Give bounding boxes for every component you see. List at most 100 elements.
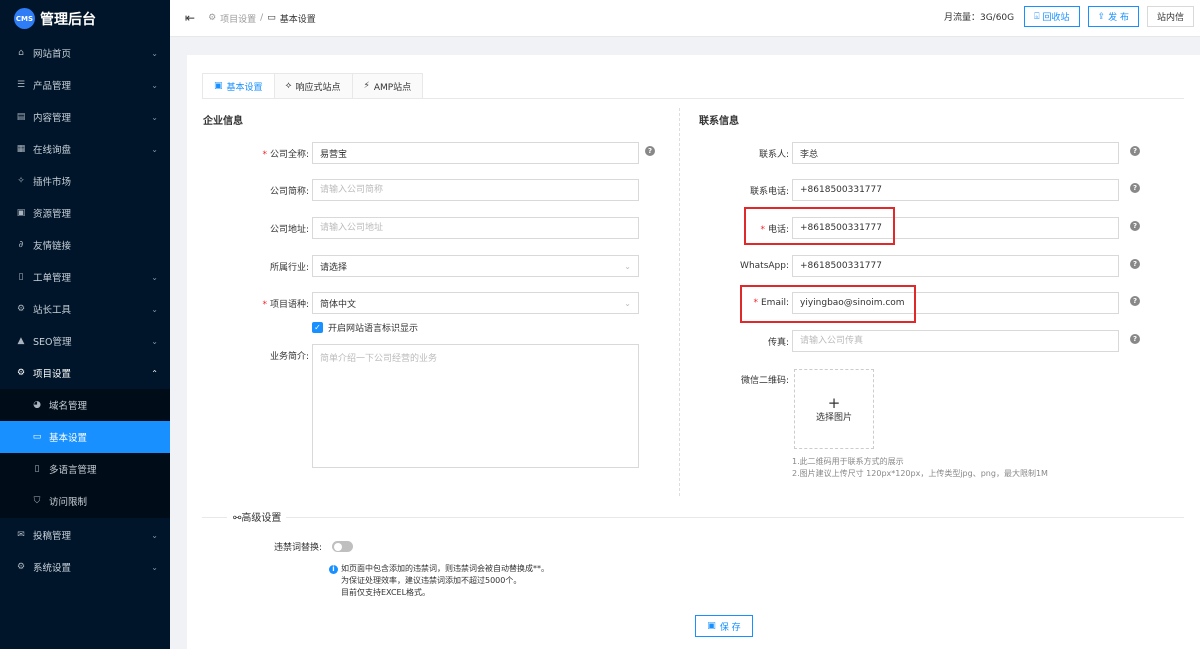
help-icon[interactable]: ? xyxy=(1130,146,1140,156)
contact-phone-row: 联系电话: xyxy=(707,179,1119,201)
sidebar-item-label: 插件市场 xyxy=(33,177,72,188)
sidebar-item-resources[interactable]: ▣ 资源管理 xyxy=(0,197,170,229)
help-icon[interactable]: ? xyxy=(1130,334,1140,344)
lang-flag-checkbox-row[interactable]: ✓ 开启网站语言标识显示 xyxy=(312,321,418,334)
chevron-down-icon: ⌄ xyxy=(151,272,158,282)
intro-textarea[interactable] xyxy=(312,344,639,468)
sidebar-item-submissions[interactable]: ✉ 投稿管理 ⌄ xyxy=(0,519,170,551)
tab-basic-settings[interactable]: ▣ 基本设置 xyxy=(202,73,275,98)
mail-icon: ✉ xyxy=(17,530,25,540)
contact-phone-input[interactable] xyxy=(792,179,1119,201)
window-icon: ▭ xyxy=(267,13,276,23)
company-address-row: 公司地址: xyxy=(227,217,639,239)
company-full-name-input[interactable] xyxy=(312,142,639,164)
intro-row: 业务简介: xyxy=(227,344,309,366)
sidebar-item-plugins[interactable]: ✧ 插件市场 xyxy=(0,165,170,197)
info-icon: i xyxy=(329,564,338,574)
industry-row: 所属行业: 请选择 ⌄ xyxy=(227,255,639,277)
company-address-label: 公司地址: xyxy=(269,224,309,235)
industry-select[interactable]: 请选择 ⌄ xyxy=(312,255,639,277)
breadcrumb-current: 基本设置 xyxy=(279,14,316,25)
recycle-bin-button[interactable]: ⌺ 回收站 xyxy=(1024,6,1080,27)
company-address-input[interactable] xyxy=(312,217,639,239)
contact-section-title: 联系信息 xyxy=(699,116,739,127)
sidebar-item-domain[interactable]: ◕ 域名管理 xyxy=(0,389,170,421)
window-icon: ▣ xyxy=(214,81,223,91)
doc-icon: ▤ xyxy=(16,112,26,122)
home-icon: ⌂ xyxy=(18,48,24,58)
chevron-down-icon: ⌄ xyxy=(151,144,158,154)
save-button[interactable]: ▣ 保 存 xyxy=(695,615,753,637)
sidebar-item-label: 资源管理 xyxy=(33,209,72,220)
company-full-name-row: * 公司全称: xyxy=(227,142,639,164)
sidebar-item-links[interactable]: ∂ 友情链接 xyxy=(0,229,170,261)
upload-icon: ⇪ xyxy=(1097,11,1106,22)
help-icon[interactable]: ? xyxy=(645,146,655,156)
sidebar-item-label: 产品管理 xyxy=(33,81,72,92)
tab-amp-site[interactable]: ⚡ AMP站点 xyxy=(351,73,424,98)
sidebar-item-inquiry[interactable]: ▦ 在线询盘 ⌄ xyxy=(0,133,170,165)
brand-title: 管理后台 xyxy=(40,11,96,28)
sidebar-item-access-limit[interactable]: ⛉ 访问限制 xyxy=(0,485,170,517)
sidebar-item-basic-settings[interactable]: ▭ 基本设置 xyxy=(0,421,170,453)
sidebar-item-label: 域名管理 xyxy=(49,401,88,412)
breadcrumb-item[interactable]: 项目设置 xyxy=(220,12,256,25)
chevron-down-icon: ⌄ xyxy=(624,261,631,271)
language-label: * 项目语种: xyxy=(262,299,309,310)
company-short-name-label: 公司简称: xyxy=(269,186,309,197)
tab-label: AMP站点 xyxy=(373,82,412,93)
menu-fold-icon[interactable]: ⇤ xyxy=(185,11,195,25)
contact-person-input[interactable] xyxy=(792,142,1119,164)
filter-label: 违禁词替换: xyxy=(273,542,322,553)
sidebar-item-home[interactable]: ⌂ 网站首页 ⌄ xyxy=(0,37,170,69)
language-select[interactable]: 简体中文 ⌄ xyxy=(312,292,639,314)
submenu-project-settings: ◕ 域名管理 ▭ 基本设置 ▯ 多语言管理 ⛉ 访问限制 xyxy=(0,389,170,518)
qr-select-label: 选择图片 xyxy=(815,412,852,423)
settings-card: ▣ 基本设置 ⟡ 响应式站点 ⚡ AMP站点 企业信息 *公司全称: ? 公司简… xyxy=(187,55,1200,649)
top-header: ⇤ ⚙ 项目设置 / ▭ 基本设置 月流量：3G/60G ⌺ 回收站 ⇪ 发 布… xyxy=(170,0,1200,37)
sidebar-item-products[interactable]: ☰ 产品管理 ⌄ xyxy=(0,69,170,101)
forbidden-words-switch[interactable] xyxy=(332,541,353,552)
list-icon: ☰ xyxy=(16,80,26,90)
checkbox-checked-icon[interactable]: ✓ xyxy=(312,322,323,333)
sidebar-item-languages[interactable]: ▯ 多语言管理 xyxy=(0,453,170,485)
qr-upload-box[interactable]: + 选择图片 xyxy=(794,369,874,449)
tab-responsive-site[interactable]: ⟡ 响应式站点 xyxy=(273,73,353,98)
qr-label: 微信二维码: xyxy=(740,375,789,386)
gear-icon: ⚙ xyxy=(16,368,26,378)
industry-value: 请选择 xyxy=(320,262,348,273)
highlight-box-tel xyxy=(744,207,895,245)
fax-label: 传真: xyxy=(767,337,789,348)
bolt-icon: ⚡ xyxy=(363,81,370,91)
help-icon[interactable]: ? xyxy=(1130,259,1140,269)
publish-label: 发 布 xyxy=(1108,13,1129,23)
industry-label: 所属行业: xyxy=(269,262,309,273)
sidebar-item-project-settings[interactable]: ⚙ 项目设置 ⌃ xyxy=(0,357,170,389)
help-icon[interactable]: ? xyxy=(1130,183,1140,193)
company-short-name-input[interactable] xyxy=(312,179,639,201)
language-row: * 项目语种: 简体中文 ⌄ xyxy=(227,292,639,314)
tab-label: 基本设置 xyxy=(226,82,263,93)
messages-button[interactable]: 站内信 xyxy=(1146,6,1194,27)
cms-logo-icon: CMS xyxy=(14,8,35,29)
gear-icon: ⚙ xyxy=(16,562,26,572)
fax-input[interactable] xyxy=(792,330,1119,352)
publish-button[interactable]: ⇪ 发 布 xyxy=(1087,6,1139,27)
chevron-down-icon: ⌄ xyxy=(151,562,158,572)
help-icon[interactable]: ? xyxy=(1130,296,1140,306)
help-icon[interactable]: ? xyxy=(1130,221,1140,231)
whatsapp-row: WhatsApp: xyxy=(707,255,1119,277)
chevron-down-icon: ⌄ xyxy=(151,304,158,314)
info-line-2: 为保证处理效率，建议违禁词添加不超过5000个。 xyxy=(341,576,522,585)
sidebar-item-tickets[interactable]: ▯ 工单管理 ⌄ xyxy=(0,261,170,293)
tab-divider xyxy=(202,98,1184,99)
sidebar-item-content[interactable]: ▤ 内容管理 ⌄ xyxy=(0,101,170,133)
filter-row: 违禁词替换: xyxy=(227,535,322,557)
tools-icon: ⚙ xyxy=(16,304,26,314)
sidebar-item-seo[interactable]: ▲ SEO管理 ⌄ xyxy=(0,325,170,357)
sidebar-item-tools[interactable]: ⚙ 站长工具 ⌄ xyxy=(0,293,170,325)
sidebar-item-system[interactable]: ⚙ 系统设置 ⌄ xyxy=(0,551,170,583)
chevron-down-icon: ⌄ xyxy=(151,530,158,540)
whatsapp-input[interactable] xyxy=(792,255,1119,277)
advanced-section-title: ⚯高级设置 xyxy=(227,509,287,524)
